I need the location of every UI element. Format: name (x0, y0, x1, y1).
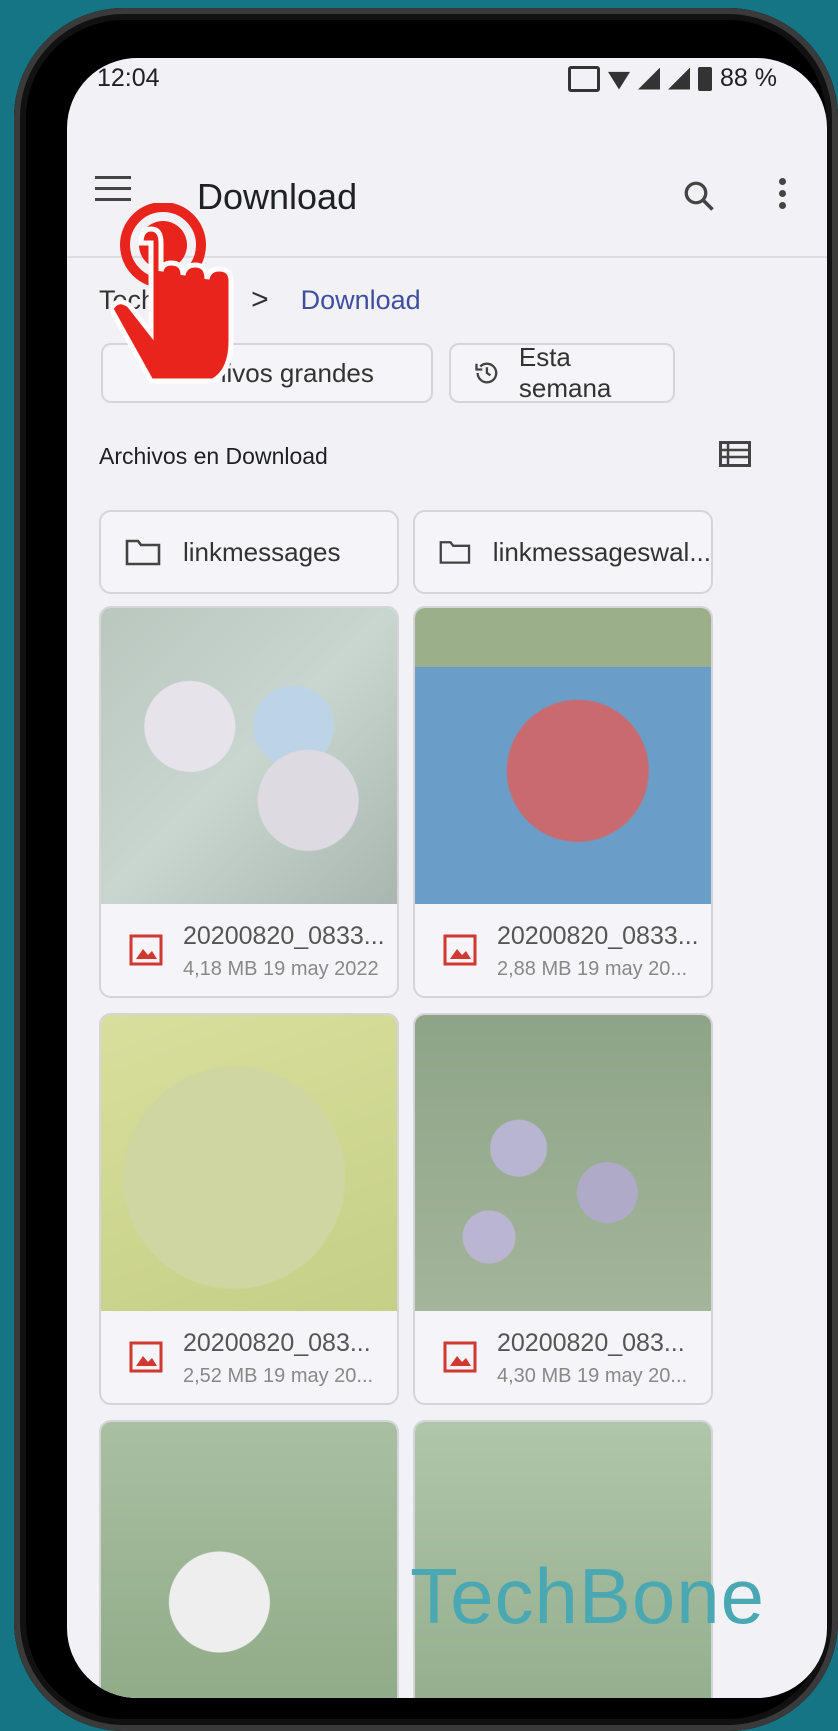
phone-frame: 12:04 88 % Download T (14, 8, 838, 1731)
signal-icon-2 (668, 67, 691, 90)
file-meta: 2,88 MB 19 may 20... (497, 958, 688, 980)
file-thumbnail (101, 1015, 397, 1311)
file-thumbnail (415, 608, 711, 904)
signal-icon (638, 67, 661, 90)
screen: 12:04 88 % Download T (67, 58, 827, 1698)
file-meta: 4,18 MB 19 may 2022 (183, 958, 379, 980)
breadcrumb-separator: > (251, 283, 269, 316)
file-card[interactable]: 20200820_083... 4,30 MB 19 may 20... (413, 1013, 713, 1405)
breadcrumb-current[interactable]: Download (301, 285, 421, 316)
file-card[interactable]: 20200820_083... 2,52 MB 19 may 20... (99, 1013, 399, 1405)
chip-this-week-label: Esta semana (518, 342, 612, 403)
file-name: 20200820_0833... (183, 922, 385, 950)
image-file-icon (443, 934, 477, 966)
file-thumbnail (101, 608, 397, 904)
folder-icon (125, 539, 161, 566)
file-meta: 2,52 MB 19 may 20... (183, 1365, 374, 1387)
file-name: 20200820_0833... (497, 922, 699, 950)
folder-item[interactable]: linkmessages (99, 510, 399, 594)
file-card-footer: 20200820_083... 2,52 MB 19 may 20... (101, 1311, 397, 1403)
history-icon (475, 362, 498, 384)
status-bar: 12:04 88 % (67, 58, 827, 116)
file-card[interactable]: 20200820_0833... 4,18 MB 19 may 2022 (99, 606, 399, 998)
image-file-icon (443, 1341, 477, 1373)
file-card-footer: 20200820_0833... 4,18 MB 19 may 2022 (101, 904, 397, 996)
chip-this-week[interactable]: Esta semana (449, 342, 675, 403)
file-meta: 4,30 MB 19 may 20... (497, 1365, 688, 1387)
list-view-icon[interactable] (719, 441, 751, 467)
status-time: 12:04 (97, 64, 160, 92)
status-icons: 88 % (568, 64, 777, 93)
file-thumbnail (101, 1422, 397, 1698)
search-icon[interactable] (681, 178, 717, 214)
file-name: 20200820_083... (183, 1329, 371, 1357)
file-thumbnail (415, 1015, 711, 1311)
folder-item[interactable]: linkmessageswal... (413, 510, 713, 594)
image-file-icon (129, 1341, 163, 1373)
watermark: TechBone (410, 1552, 765, 1640)
cast-icon (568, 65, 601, 92)
folder-icon (439, 541, 471, 564)
tap-pointer-icon (111, 203, 234, 384)
file-card[interactable]: 20200820_0833... 2,88 MB 19 may 20... (413, 606, 713, 998)
wifi-icon (608, 71, 631, 90)
file-card-footer: 20200820_0833... 2,88 MB 19 may 20... (415, 904, 711, 996)
battery-level: 88 % (720, 64, 777, 92)
file-name: 20200820_083... (497, 1329, 685, 1357)
file-card-footer: 20200820_083... 4,30 MB 19 may 20... (415, 1311, 711, 1403)
battery-icon (698, 66, 713, 91)
folder-name: linkmessages (183, 536, 341, 567)
file-card[interactable] (99, 1420, 399, 1698)
image-file-icon (129, 934, 163, 966)
more-options-icon[interactable] (779, 178, 789, 214)
section-label: Archivos en Download (99, 443, 328, 469)
hamburger-menu-icon[interactable] (95, 176, 131, 204)
folder-name: linkmessageswal... (492, 536, 711, 567)
